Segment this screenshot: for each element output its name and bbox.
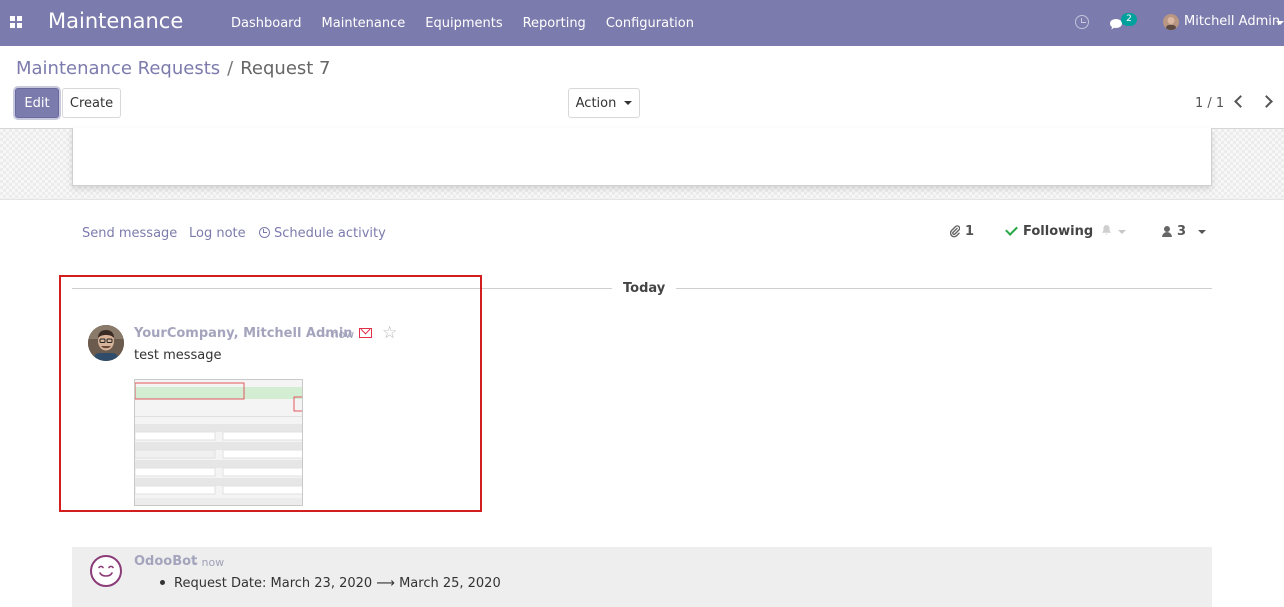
odoobot-avatar[interactable]: [90, 555, 122, 587]
apps-grid-icon[interactable]: [10, 16, 22, 28]
chevron-down-icon[interactable]: [1198, 229, 1207, 234]
follower-count: 3: [1177, 224, 1187, 239]
top-navbar: Maintenance Dashboard Maintenance Equipm…: [0, 0, 1284, 46]
create-button[interactable]: Create: [62, 88, 121, 118]
following-button[interactable]: Following: [1005, 223, 1127, 239]
pager-previous-icon[interactable]: [1234, 95, 1247, 108]
activity-clock-icon[interactable]: [1075, 15, 1089, 29]
caret-down-icon: [624, 101, 633, 105]
breadcrumb: Maintenance Requests / Request 7: [16, 58, 331, 79]
form-sheet: [72, 128, 1212, 186]
menu-item-reporting[interactable]: Reporting: [513, 16, 596, 31]
pager-next-icon[interactable]: [1260, 95, 1273, 108]
message-date: - now: [324, 328, 355, 341]
pager-value[interactable]: 1 / 1: [1195, 96, 1224, 111]
breadcrumb-parent[interactable]: Maintenance Requests: [16, 58, 220, 79]
edit-button[interactable]: Edit: [15, 88, 59, 118]
message-author[interactable]: OdooBot: [134, 554, 197, 569]
user-icon: [1162, 226, 1172, 237]
attachment-thumbnail[interactable]: [134, 379, 303, 506]
bell-icon[interactable]: [1101, 224, 1112, 239]
chevron-down-icon[interactable]: [1276, 21, 1284, 25]
envelope-icon[interactable]: [359, 328, 372, 338]
user-avatar[interactable]: [1163, 14, 1179, 30]
user-menu-name[interactable]: Mitchell Admin: [1184, 14, 1280, 29]
attachment-count: 1: [965, 224, 975, 239]
following-label: Following: [1023, 224, 1094, 239]
star-icon[interactable]: ☆: [382, 323, 397, 343]
schedule-activity-label: Schedule activity: [274, 226, 386, 241]
clock-icon: [259, 227, 270, 238]
send-message-button[interactable]: Send message: [82, 226, 177, 241]
menu-item-dashboard[interactable]: Dashboard: [221, 16, 312, 31]
menu-item-configuration[interactable]: Configuration: [596, 16, 704, 31]
chevron-down-icon[interactable]: [1118, 229, 1127, 234]
bullet-icon: [160, 580, 165, 585]
attachment-button[interactable]: 1: [950, 224, 974, 239]
author-avatar[interactable]: [88, 325, 124, 361]
message-author[interactable]: YourCompany, Mitchell Admin: [134, 326, 353, 341]
main-menu: Dashboard Maintenance Equipments Reporti…: [221, 0, 704, 46]
breadcrumb-separator: /: [227, 58, 234, 79]
menu-item-equipments[interactable]: Equipments: [415, 16, 512, 31]
check-icon: [1005, 223, 1018, 236]
message-date: - now: [194, 556, 225, 569]
app-title[interactable]: Maintenance: [48, 9, 183, 33]
date-separator-label: Today: [612, 281, 677, 296]
menu-item-maintenance[interactable]: Maintenance: [312, 16, 416, 31]
followers-button[interactable]: 3: [1162, 224, 1207, 239]
log-note-button[interactable]: Log note: [189, 226, 246, 241]
schedule-activity-button[interactable]: Schedule activity: [259, 226, 386, 241]
message-count-badge: 2: [1121, 13, 1137, 26]
message-body: test message: [134, 348, 222, 363]
action-dropdown-button[interactable]: Action: [568, 88, 640, 118]
paperclip-icon: [950, 225, 960, 238]
action-label: Action: [575, 95, 617, 111]
breadcrumb-current: Request 7: [240, 58, 331, 79]
